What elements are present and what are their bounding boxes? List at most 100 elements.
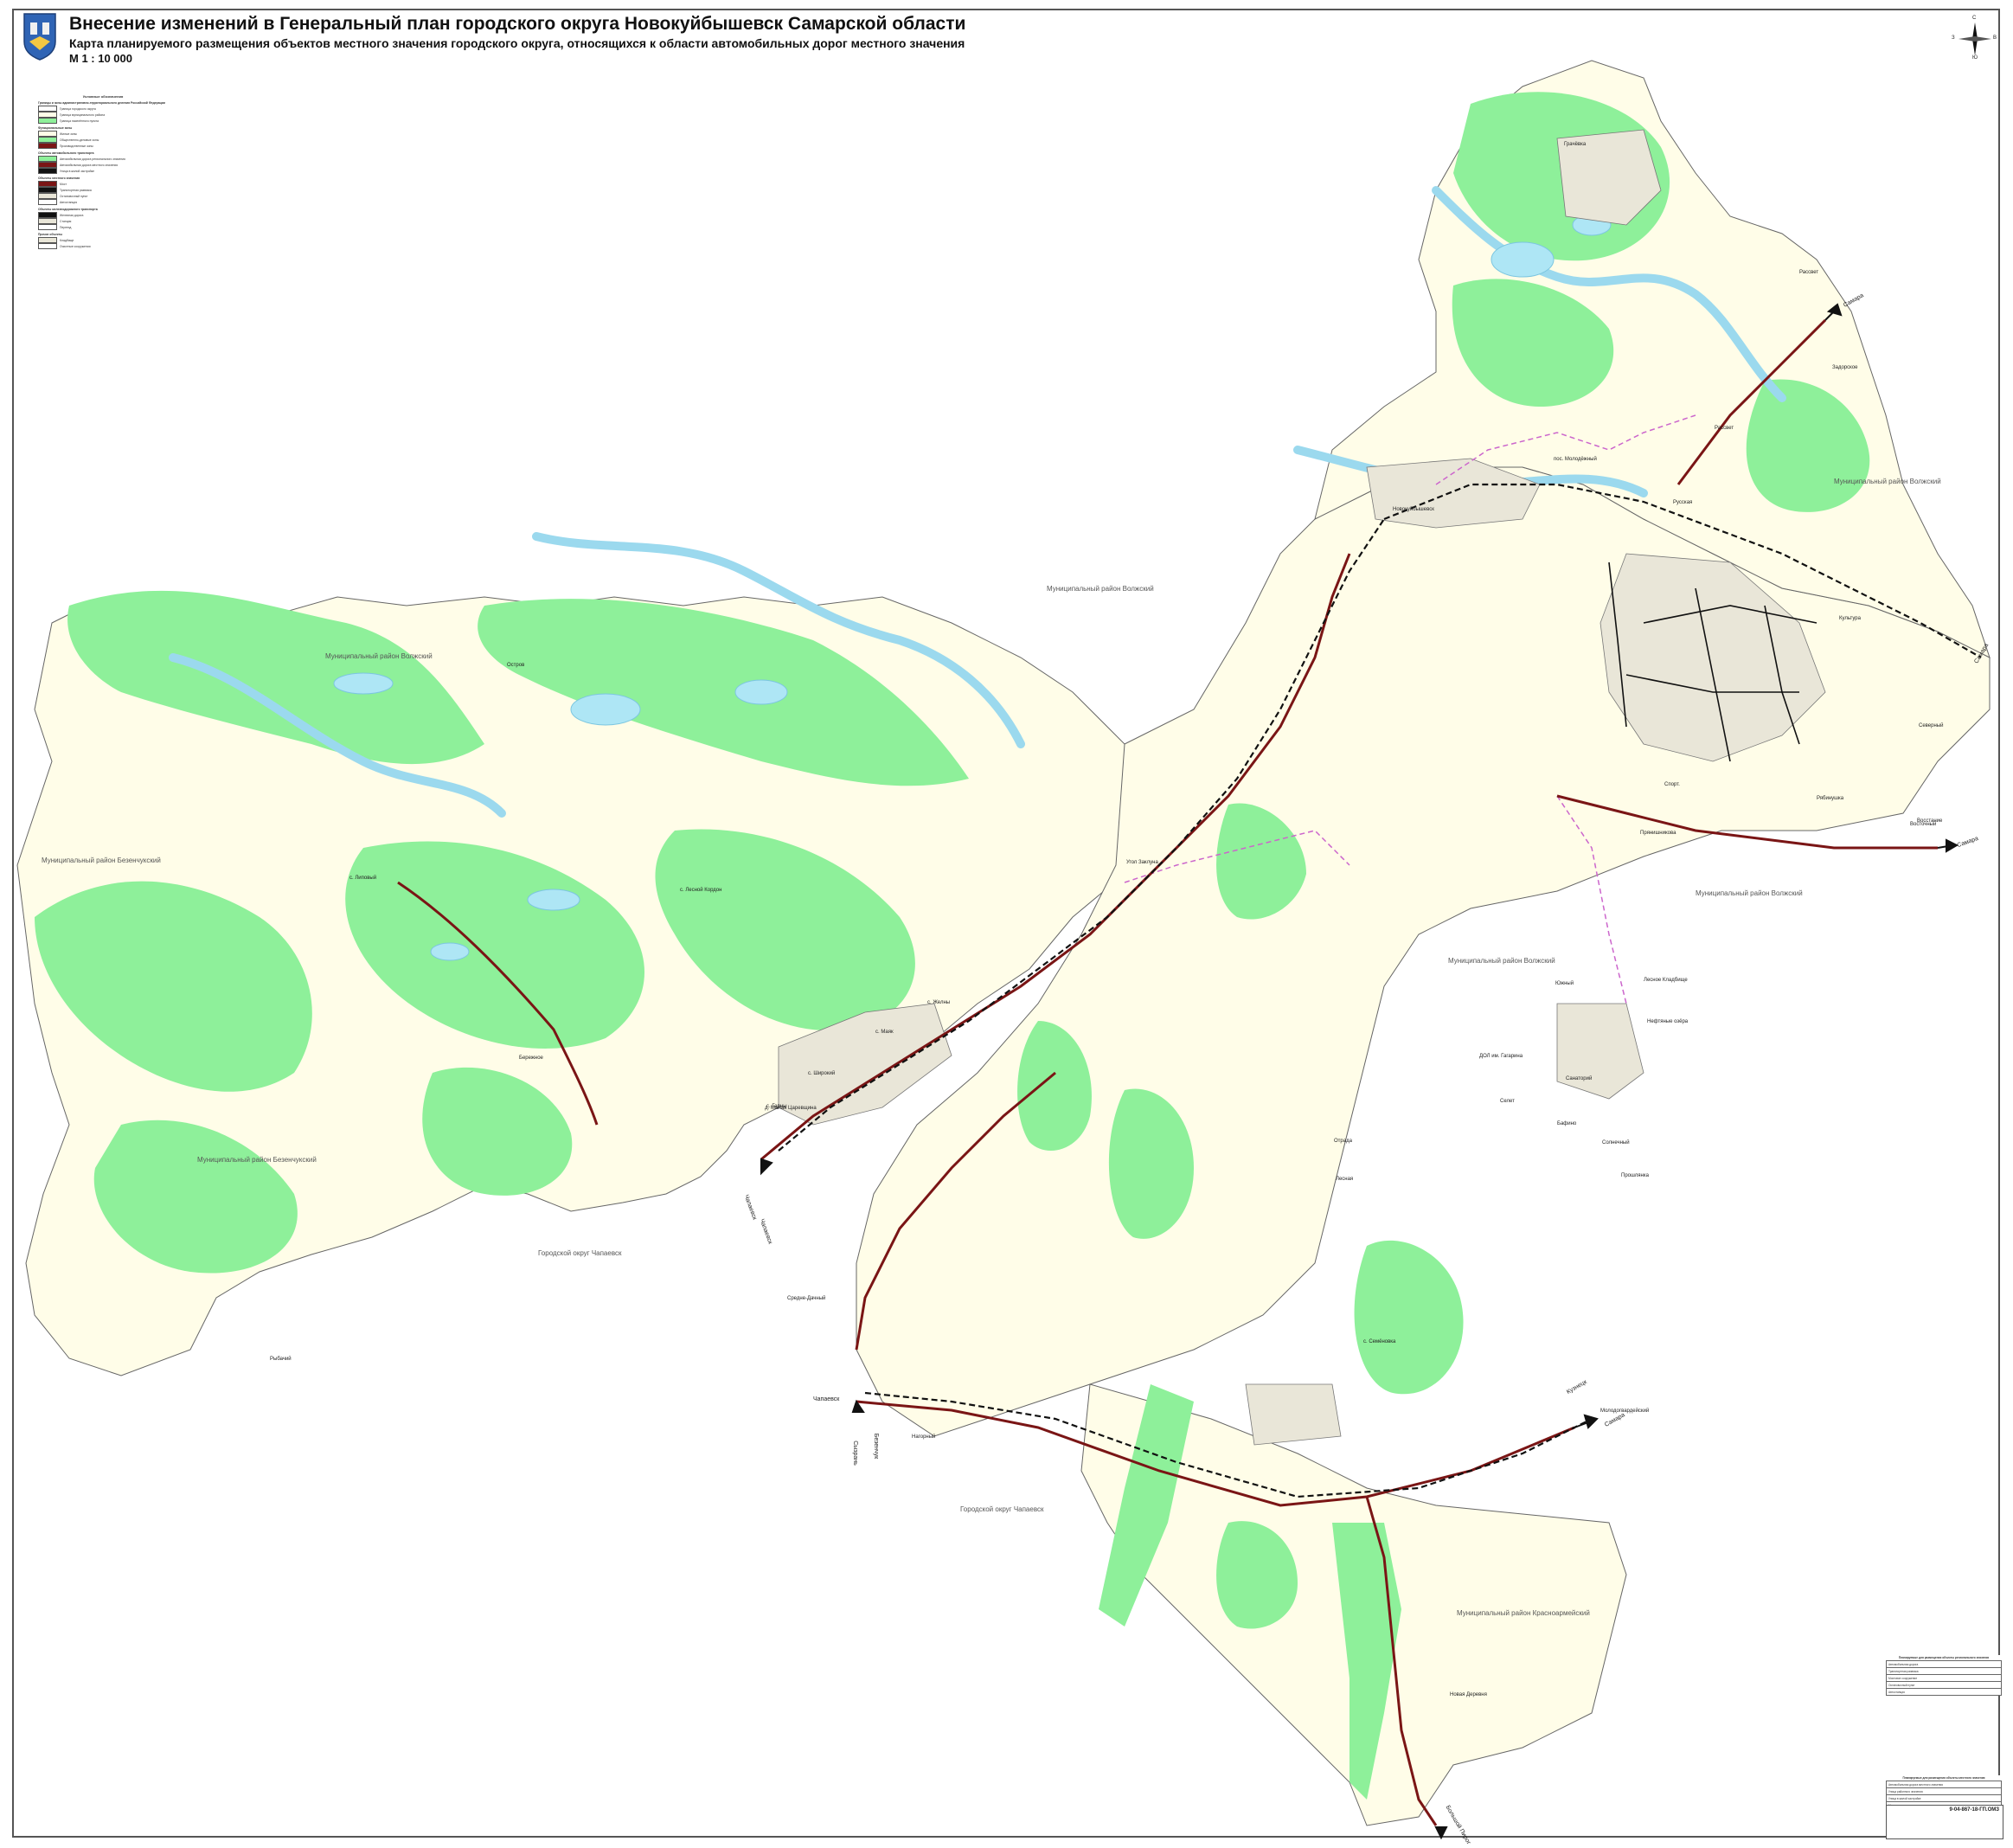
place-label: Восточный xyxy=(1910,822,1937,827)
place-label: Бафино xyxy=(1557,1121,1577,1126)
legend-item-label: Граница городского округа xyxy=(60,106,96,111)
legend-item: Станция xyxy=(38,218,168,224)
legend-item-label: Железная дорога xyxy=(60,213,84,217)
legend-item: Очистные сооружения xyxy=(38,243,168,249)
legend-item: Переезд xyxy=(38,224,168,230)
place-label: Рябинушка xyxy=(1817,796,1844,801)
legend-swatch xyxy=(38,212,57,218)
place-label: Задорское xyxy=(1832,365,1858,370)
legend-item: Кладбище xyxy=(38,237,168,243)
compass-north: С xyxy=(1972,16,1977,21)
legend-item-label: Автомобильная дорога местного значения xyxy=(60,163,119,167)
district-label: Муниципальный район Безенчукский xyxy=(197,1156,317,1164)
legend-item: Автомобильная дорога местного значения xyxy=(38,162,168,168)
place-label: Бережное xyxy=(519,1056,543,1061)
place-label: Молодогвардейский xyxy=(1600,1408,1650,1414)
legend-item-label: Очистные сооружения xyxy=(60,244,91,248)
place-label: с. Липовый xyxy=(349,876,377,881)
place-label: Спорт. xyxy=(1664,782,1680,787)
district-label: Городской округ Чапаевск xyxy=(538,1249,622,1257)
legend-section-head: Объекты местного значения xyxy=(38,176,80,180)
place-label: Рыбачий xyxy=(270,1357,292,1362)
direction-label: Чапаевск xyxy=(813,1396,840,1402)
compass-rose: С Ю З В xyxy=(1952,16,1997,61)
district-label: Городской округ Чапаевск xyxy=(960,1505,1044,1513)
legend-section: Объекты автомобильного транспорта Автомоб… xyxy=(38,151,168,174)
title-block-stamp: 9-04-867-18-ГП.ОМЗ xyxy=(1886,1805,2003,1839)
place-label: д. Малая Царевщина xyxy=(765,1106,817,1111)
legend-item: Общественно-деловые зоны xyxy=(38,137,168,143)
legend-item-label: Граница населённого пункта xyxy=(60,119,99,123)
place-label: Прошлянка xyxy=(1621,1173,1649,1178)
legend-swatch xyxy=(38,112,57,118)
legend-item-label: Жилые зоны xyxy=(60,132,77,136)
legend-swatch xyxy=(38,162,57,168)
legend-swatch xyxy=(38,199,57,205)
legend-item: Мост xyxy=(38,181,168,187)
legend-section: Границы и зоны административно-территори… xyxy=(38,101,168,124)
place-label: с. Маяк xyxy=(875,1030,894,1035)
legend-swatch xyxy=(38,118,57,124)
legend-section-head: Функциональные зоны xyxy=(38,126,73,130)
place-label: Солнечный xyxy=(1602,1140,1630,1145)
legend-section: Объекты железнодорожного транспорта Желез… xyxy=(38,208,168,230)
legend-item: Автостанция xyxy=(38,199,168,205)
place-label: Северный xyxy=(1919,723,1944,728)
legend-item: Улица в жилой застройке xyxy=(38,168,168,174)
place-label: Южный xyxy=(1555,981,1574,986)
legend-item-label: Граница муниципального района xyxy=(60,112,106,117)
place-label: с. Семёновка xyxy=(1363,1339,1396,1344)
district-label: Муниципальный район Волжский xyxy=(1047,585,1154,593)
place-label: Лесная xyxy=(1336,1177,1354,1182)
legend-section: Прочие объекты Кладбище Очистные сооружени… xyxy=(38,233,168,249)
table-row: Остановочный пункт xyxy=(1886,1682,2002,1689)
district-label: Муниципальный район Волжский xyxy=(1448,957,1555,965)
legend-swatch xyxy=(38,131,57,137)
legend-section: Объекты местного значения Мост Транспортна… xyxy=(38,176,168,205)
coat-of-arms-icon xyxy=(23,13,56,61)
map-canvas[interactable] xyxy=(0,0,2013,1848)
district-label: Муниципальный район Волжский xyxy=(1696,889,1803,897)
legend-item-label: Автомобильная дорога регионального значе… xyxy=(60,157,125,161)
legend-item: Железная дорога xyxy=(38,212,168,218)
map-title: Внесение изменений в Генеральный план го… xyxy=(69,14,966,34)
legend-item-label: Кладбище xyxy=(60,238,74,242)
place-label: Культура xyxy=(1839,616,1861,621)
place-label: пос. Молодёжный xyxy=(1554,457,1597,462)
legend-swatch xyxy=(38,237,57,243)
direction-label: Сызрань xyxy=(851,1441,858,1466)
place-label: Рассвет xyxy=(1715,426,1734,431)
legend-swatch xyxy=(38,224,57,230)
legend-item: Граница населённого пункта xyxy=(38,118,168,124)
district-label: Муниципальный район Волжский xyxy=(1834,478,1941,485)
legend-item-label: Производственные зоны xyxy=(60,144,93,148)
place-label: Русская xyxy=(1673,500,1693,505)
legend-swatch xyxy=(38,193,57,199)
place-label: с. Желны xyxy=(927,1000,951,1005)
district-label: Муниципальный район Волжский xyxy=(325,652,433,660)
table-row: Улица в жилой застройке xyxy=(1886,1795,2002,1802)
table-row: Автостанция xyxy=(1886,1689,2002,1696)
place-label: с. Широкий xyxy=(808,1071,836,1076)
compass-icon xyxy=(1959,22,1991,55)
legend-item: Жилые зоны xyxy=(38,131,168,137)
map-subtitle: Карта планируемого размещения объектов м… xyxy=(69,36,965,50)
place-label: ДОЛ им. Гагарина xyxy=(1479,1054,1523,1059)
table-row: Улица районного значения xyxy=(1886,1788,2002,1795)
district-label: Муниципальный район Безенчукский xyxy=(42,857,161,864)
legend-item: Транспортная развязка xyxy=(38,187,168,193)
place-label: Остров xyxy=(507,663,525,668)
legend-swatch xyxy=(38,187,57,193)
legend-swatch xyxy=(38,181,57,187)
legend-section-head: Объекты железнодорожного транспорта xyxy=(38,208,98,211)
legend-section: Функциональные зоны Жилые зоны Общественно… xyxy=(38,126,168,149)
map-scale: М 1 : 10 000 xyxy=(69,52,132,65)
place-label: Лесное Кладбище xyxy=(1644,978,1688,983)
place-label: Нефтяные озёра xyxy=(1647,1019,1689,1024)
district-label: Муниципальный район Красноармейский xyxy=(1457,1609,1590,1617)
table-row: Автомобильная дорога местного значения xyxy=(1886,1781,2002,1788)
legend-item: Производственные зоны xyxy=(38,143,168,149)
place-label: Отрада xyxy=(1334,1139,1352,1144)
compass-west: З xyxy=(1952,35,1955,41)
legend-item-label: Переезд xyxy=(60,225,72,229)
